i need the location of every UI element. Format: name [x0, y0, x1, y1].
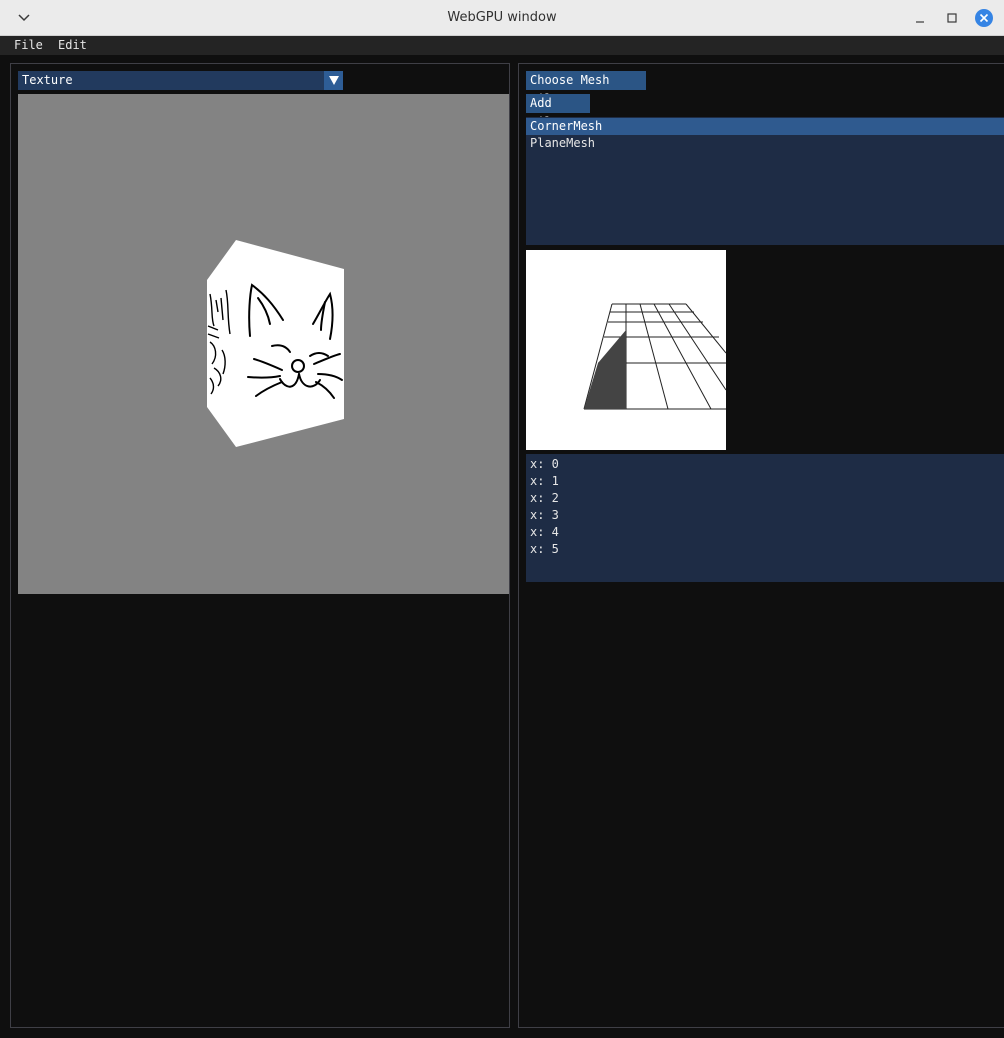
minimize-icon[interactable]: [910, 8, 930, 28]
menu-file[interactable]: File: [14, 36, 43, 55]
dropdown-selected-label: Texture: [22, 73, 73, 87]
maximize-icon[interactable]: [942, 8, 962, 28]
add-tile-button[interactable]: Add Tile: [526, 94, 590, 129]
list-item-tile-4[interactable]: x: 4: [526, 524, 1004, 541]
cube-front-face: [236, 240, 344, 447]
cube-render: [207, 240, 344, 447]
close-icon: [975, 9, 993, 27]
triangle-down-icon[interactable]: [324, 71, 343, 90]
grid-mesh-render: [583, 303, 726, 410]
choose-mesh-file-button[interactable]: Choose Mesh File: [526, 71, 646, 106]
mesh-preview: [526, 250, 726, 450]
tile-listbox[interactable]: x: 0 x: 1 x: 2 x: 3 x: 4 x: 5: [526, 454, 1004, 582]
texture-dropdown[interactable]: Texture: [18, 71, 343, 90]
window-title: WebGPU window: [447, 10, 557, 25]
list-item-tile-0[interactable]: x: 0: [526, 456, 1004, 473]
list-item-tile-1[interactable]: x: 1: [526, 473, 1004, 490]
list-item-tile-2[interactable]: x: 2: [526, 490, 1004, 507]
list-item-cornermesh[interactable]: CornerMesh: [526, 118, 1004, 135]
3d-viewport[interactable]: [18, 94, 509, 594]
mesh-listbox[interactable]: CornerMesh PlaneMesh: [526, 117, 1004, 245]
list-item-tile-3[interactable]: x: 3: [526, 507, 1004, 524]
list-item-tile-5[interactable]: x: 5: [526, 541, 1004, 558]
list-item-planemesh[interactable]: PlaneMesh: [526, 135, 1004, 152]
close-button[interactable]: [974, 8, 994, 28]
menu-bar: File Edit: [0, 36, 1004, 55]
menu-edit[interactable]: Edit: [58, 36, 87, 55]
window-titlebar: WebGPU window: [0, 0, 1004, 36]
